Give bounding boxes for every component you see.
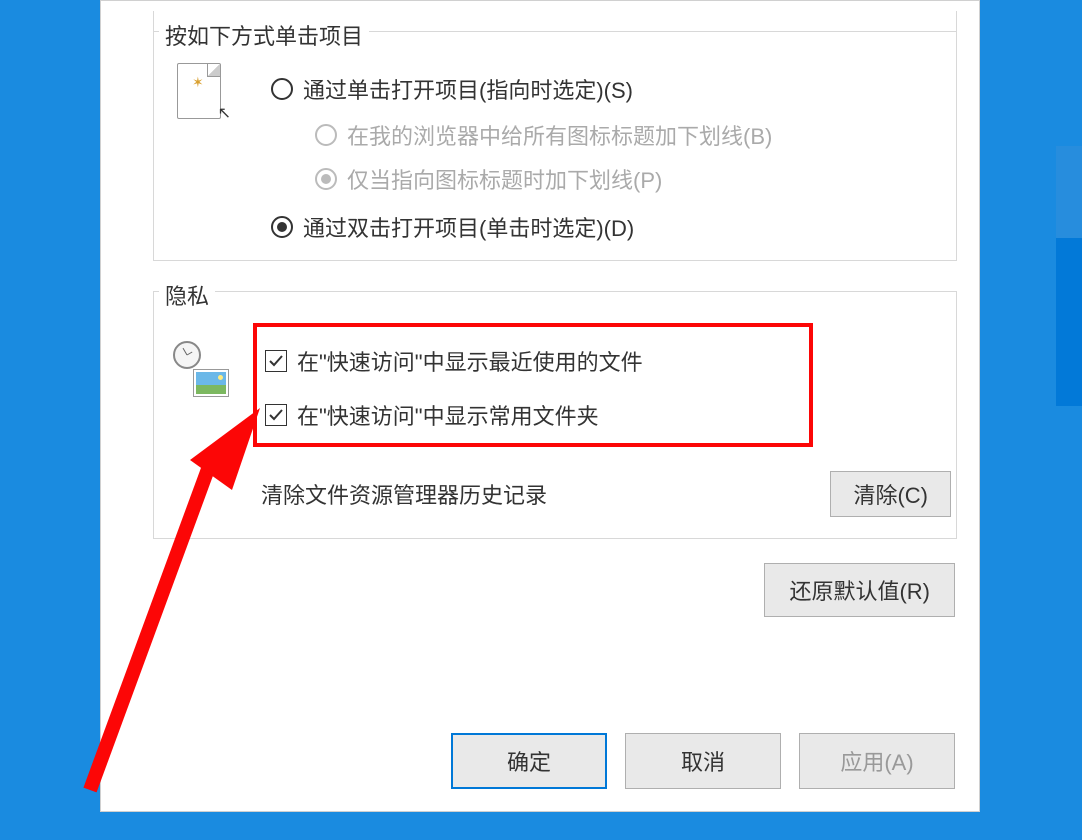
dialog-button-row: 确定 取消 应用(A) xyxy=(451,733,955,789)
checkbox-icon xyxy=(265,350,287,372)
radio-label: 在我的浏览器中给所有图标标题加下划线(B) xyxy=(347,119,772,151)
radio-single-click[interactable]: 通过单击打开项目(指向时选定)(S) xyxy=(271,73,633,105)
ok-button[interactable]: 确定 xyxy=(451,733,607,789)
privacy-icon xyxy=(173,341,229,397)
radio-label: 仅当指向图标标题时加下划线(P) xyxy=(347,163,662,195)
privacy-group-label: 隐私 xyxy=(159,279,215,311)
cancel-button[interactable]: 取消 xyxy=(625,733,781,789)
radio-icon xyxy=(315,168,337,190)
restore-defaults-button[interactable]: 还原默认值(R) xyxy=(764,563,955,617)
checkbox-label: 在"快速访问"中显示常用文件夹 xyxy=(297,399,599,431)
radio-label: 通过双击打开项目(单击时选定)(D) xyxy=(303,211,634,243)
radio-label: 通过单击打开项目(指向时选定)(S) xyxy=(303,73,633,105)
radio-double-click[interactable]: 通过双击打开项目(单击时选定)(D) xyxy=(271,211,634,243)
clear-button[interactable]: 清除(C) xyxy=(830,471,951,517)
folder-options-dialog: 按如下方式单击项目 ✶ ↖ 通过单击打开项目(指向时选定)(S) 在我的浏览器中… xyxy=(100,0,980,812)
checkbox-frequent-folders[interactable]: 在"快速访问"中显示常用文件夹 xyxy=(265,399,599,431)
radio-underline-all: 在我的浏览器中给所有图标标题加下划线(B) xyxy=(315,119,772,151)
radio-icon xyxy=(315,124,337,146)
document-click-icon: ✶ ↖ xyxy=(177,63,227,121)
checkbox-label: 在"快速访问"中显示最近使用的文件 xyxy=(297,345,643,377)
radio-underline-hover: 仅当指向图标标题时加下划线(P) xyxy=(315,163,662,195)
radio-icon xyxy=(271,216,293,238)
checkbox-icon xyxy=(265,404,287,426)
click-group-label: 按如下方式单击项目 xyxy=(159,19,369,51)
radio-icon xyxy=(271,78,293,100)
checkbox-recent-files[interactable]: 在"快速访问"中显示最近使用的文件 xyxy=(265,345,643,377)
clear-history-label: 清除文件资源管理器历史记录 xyxy=(261,478,547,510)
clear-history-row: 清除文件资源管理器历史记录 清除(C) xyxy=(261,471,951,517)
desktop-accent xyxy=(1056,146,1082,406)
apply-button[interactable]: 应用(A) xyxy=(799,733,955,789)
